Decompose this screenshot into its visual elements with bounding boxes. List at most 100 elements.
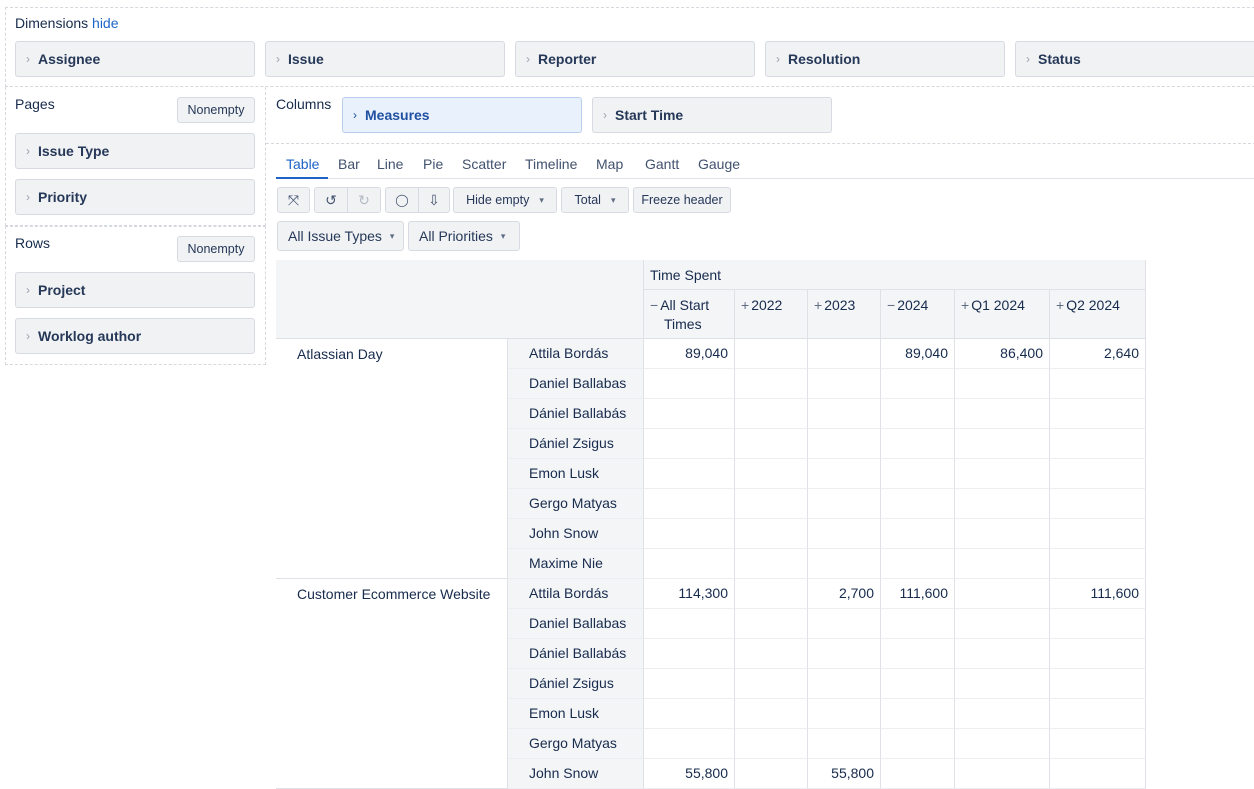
worklog-author-row-header[interactable]: Attila Bordás [508, 339, 644, 369]
table-cell [735, 699, 808, 729]
tab-table[interactable]: Table [286, 156, 319, 172]
row-label: Worklog author [38, 328, 142, 344]
rows-nonempty-button[interactable]: Nonempty [177, 236, 255, 262]
project-row-header[interactable]: Customer Ecommerce Website [276, 579, 508, 789]
table-cell [644, 519, 735, 549]
table-cell [881, 669, 955, 699]
table-cell [955, 639, 1050, 669]
priority-filter-label: All Priorities [419, 228, 493, 244]
table-cell [808, 519, 881, 549]
worklog-author-row-header[interactable]: Daniel Ballabas [508, 609, 644, 639]
collapse-minus-icon[interactable]: − [650, 297, 658, 313]
worklog-author-row-header[interactable]: Dániel Ballabás [508, 399, 644, 429]
tab-bar[interactable]: Bar [338, 156, 360, 172]
worklog-author-row-header[interactable]: Gergo Matyas [508, 489, 644, 519]
active-tab-indicator [276, 177, 328, 179]
column-label: Start Time [615, 107, 684, 123]
worklog-author-row-header[interactable]: Attila Bordás [508, 579, 644, 609]
tab-gauge[interactable]: Gauge [698, 156, 740, 172]
column-header[interactable]: −2024 [881, 290, 955, 339]
table-cell [735, 579, 808, 609]
column-header-label-line2: Times [664, 316, 702, 332]
table-cell [808, 399, 881, 429]
table-cell [955, 459, 1050, 489]
tab-timeline[interactable]: Timeline [525, 156, 577, 172]
worklog-author-row-header[interactable]: Dániel Zsigus [508, 669, 644, 699]
column-measures[interactable]: › Measures [342, 97, 582, 133]
table-cell [955, 429, 1050, 459]
issue-type-filter[interactable]: All Issue Types ▾ [277, 221, 404, 251]
column-header[interactable]: − All Start Times [644, 290, 735, 339]
column-header-label: All Start [660, 297, 710, 313]
row-worklog-author[interactable]: › Worklog author [15, 318, 255, 354]
undo-button[interactable]: ↺ [314, 187, 348, 213]
chevron-down-icon: ▾ [610, 194, 616, 205]
table-cell [808, 369, 881, 399]
page-priority[interactable]: › Priority [15, 179, 255, 215]
worklog-author-row-header[interactable]: Daniel Ballabas [508, 369, 644, 399]
table-cell [808, 609, 881, 639]
comment-button[interactable]: ◯ [385, 187, 419, 213]
table-cell [735, 489, 808, 519]
chevron-right-icon: › [26, 52, 30, 66]
total-label: Total [574, 193, 601, 207]
column-header-label: 2023 [824, 297, 856, 313]
row-project[interactable]: › Project [15, 272, 255, 308]
redo-button[interactable]: ↻ [347, 187, 381, 213]
tab-pie[interactable]: Pie [423, 156, 443, 172]
freeze-header-button[interactable]: Freeze header [633, 187, 731, 213]
tab-map[interactable]: Map [596, 156, 623, 172]
measure-header-time-spent[interactable]: Time Spent [644, 260, 1146, 290]
project-row-header[interactable]: Atlassian Day [276, 339, 508, 579]
fullscreen-button[interactable]: ⤧ [277, 187, 310, 213]
worklog-author-row-header[interactable]: Emon Lusk [508, 699, 644, 729]
worklog-author-row-header[interactable]: Dániel Ballabás [508, 639, 644, 669]
chevron-right-icon: › [603, 108, 607, 122]
export-button[interactable]: ⇩ [418, 187, 450, 213]
column-header[interactable]: +2023 [808, 290, 881, 339]
column-header[interactable]: + Q2 2024 [1050, 290, 1146, 339]
pages-nonempty-button[interactable]: Nonempty [177, 97, 255, 123]
header-corner [276, 260, 644, 339]
expand-plus-icon[interactable]: + [741, 297, 749, 313]
table-cell [735, 609, 808, 639]
chevron-right-icon: › [353, 108, 357, 122]
expand-plus-icon[interactable]: + [814, 297, 822, 313]
chevron-right-icon: › [776, 52, 780, 66]
column-start-time[interactable]: › Start Time [592, 97, 832, 133]
table-cell [881, 699, 955, 729]
table-cell [881, 459, 955, 489]
column-header[interactable]: + Q1 2024 [955, 290, 1050, 339]
tab-line[interactable]: Line [377, 156, 403, 172]
collapse-minus-icon[interactable]: − [887, 297, 895, 313]
dimension-label: Assignee [38, 51, 101, 67]
tab-scatter[interactable]: Scatter [462, 156, 506, 172]
worklog-author-row-header[interactable]: Dániel Zsigus [508, 429, 644, 459]
pages-label: Pages [15, 96, 55, 112]
table-cell [881, 399, 955, 429]
tab-gantt[interactable]: Gantt [645, 156, 679, 172]
table-cell [955, 399, 1050, 429]
hide-empty-dropdown[interactable]: Hide empty ▾ [453, 187, 557, 213]
worklog-author-row-header[interactable]: Gergo Matyas [508, 729, 644, 759]
worklog-author-row-header[interactable]: Emon Lusk [508, 459, 644, 489]
priority-filter[interactable]: All Priorities ▾ [408, 221, 520, 251]
dimension-resolution[interactable]: › Resolution [765, 41, 1005, 77]
dimension-assignee[interactable]: › Assignee [15, 41, 255, 77]
table-cell: 111,600 [881, 579, 955, 609]
dimension-status[interactable]: › Status [1015, 41, 1254, 77]
table-cell [808, 339, 881, 369]
total-dropdown[interactable]: Total ▾ [561, 187, 629, 213]
hide-dimensions-link[interactable]: hide [92, 15, 118, 31]
dimension-reporter[interactable]: › Reporter [515, 41, 755, 77]
expand-plus-icon[interactable]: + [1056, 297, 1064, 313]
worklog-author-row-header[interactable]: Maxime Nie [508, 549, 644, 579]
worklog-author-row-header[interactable]: John Snow [508, 519, 644, 549]
page-issue-type[interactable]: › Issue Type [15, 133, 255, 169]
redo-icon: ↻ [358, 191, 370, 208]
issue-type-filter-label: All Issue Types [288, 228, 382, 244]
dimension-issue[interactable]: › Issue [265, 41, 505, 77]
expand-plus-icon[interactable]: + [961, 297, 969, 313]
column-header[interactable]: +2022 [735, 290, 808, 339]
table-cell [955, 729, 1050, 759]
